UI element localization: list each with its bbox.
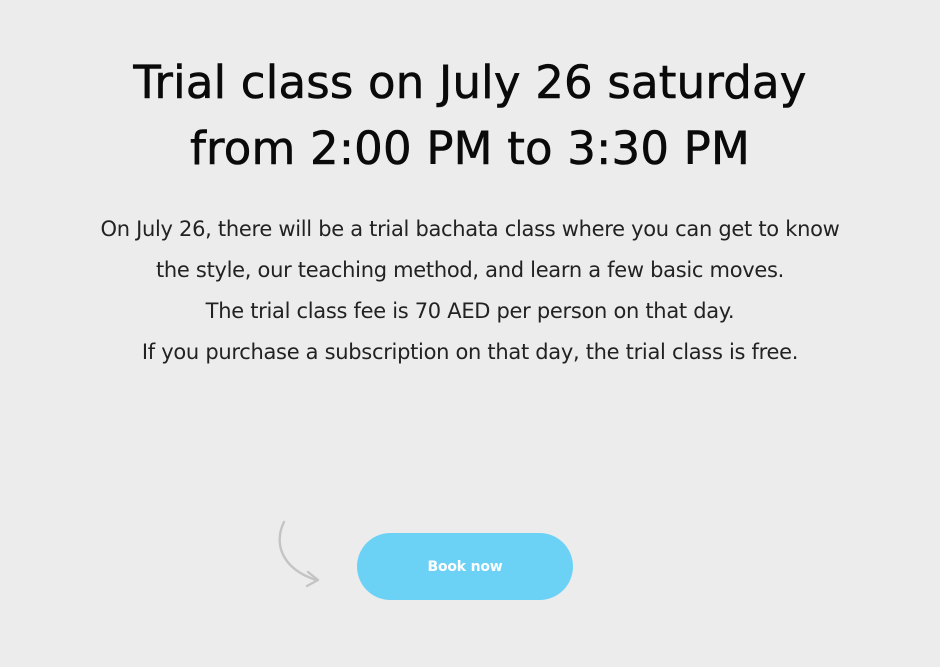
description-paragraph-intro: On July 26, there will be a trial bachat… xyxy=(100,217,840,282)
book-now-button[interactable]: Book now xyxy=(357,533,573,600)
description-paragraph-subscription: If you purchase a subscription on that d… xyxy=(141,340,799,364)
curved-arrow-icon xyxy=(278,520,320,588)
title-line-1: Trial class on July 26 saturday xyxy=(133,56,807,110)
class-description: On July 26, there will be a trial bachat… xyxy=(100,209,840,373)
page-title: Trial class on July 26 saturday from 2:0… xyxy=(70,50,870,182)
title-line-2: from 2:00 PM to 3:30 PM xyxy=(189,122,751,176)
trial-class-section: Trial class on July 26 saturday from 2:0… xyxy=(0,0,940,667)
description-paragraph-fee: The trial class fee is 70 AED per person… xyxy=(205,299,735,323)
